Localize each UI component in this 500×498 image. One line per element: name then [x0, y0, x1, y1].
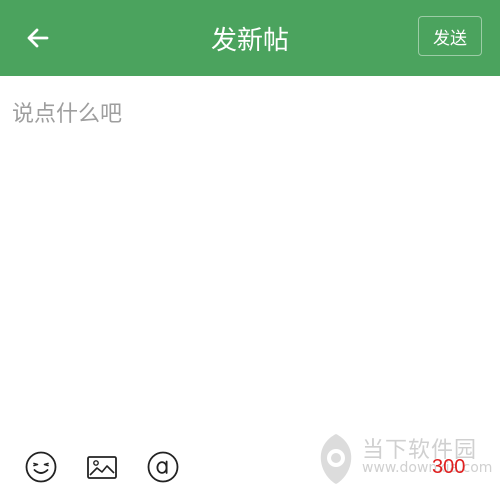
at-icon: [147, 451, 179, 483]
mention-button[interactable]: [146, 450, 180, 484]
post-editor[interactable]: [10, 88, 490, 418]
watermark-url: www.downxia.com: [362, 460, 493, 476]
header-bar: 发新帖 发送: [0, 0, 500, 76]
image-icon: [87, 456, 117, 479]
post-content-input[interactable]: [10, 88, 490, 418]
back-button[interactable]: [18, 18, 58, 58]
watermark-logo-icon: [320, 434, 352, 484]
new-post-screen: 发新帖 发送 当下软件园 www.: [0, 0, 500, 498]
send-button[interactable]: 发送: [418, 16, 482, 56]
emoji-button[interactable]: [24, 450, 58, 484]
arrow-left-icon: [27, 28, 49, 48]
watermark: 当下软件园 www.downxia.com: [312, 430, 498, 490]
image-button[interactable]: [85, 450, 119, 484]
char-counter: 300: [432, 456, 466, 478]
emoji-icon: [25, 451, 57, 483]
